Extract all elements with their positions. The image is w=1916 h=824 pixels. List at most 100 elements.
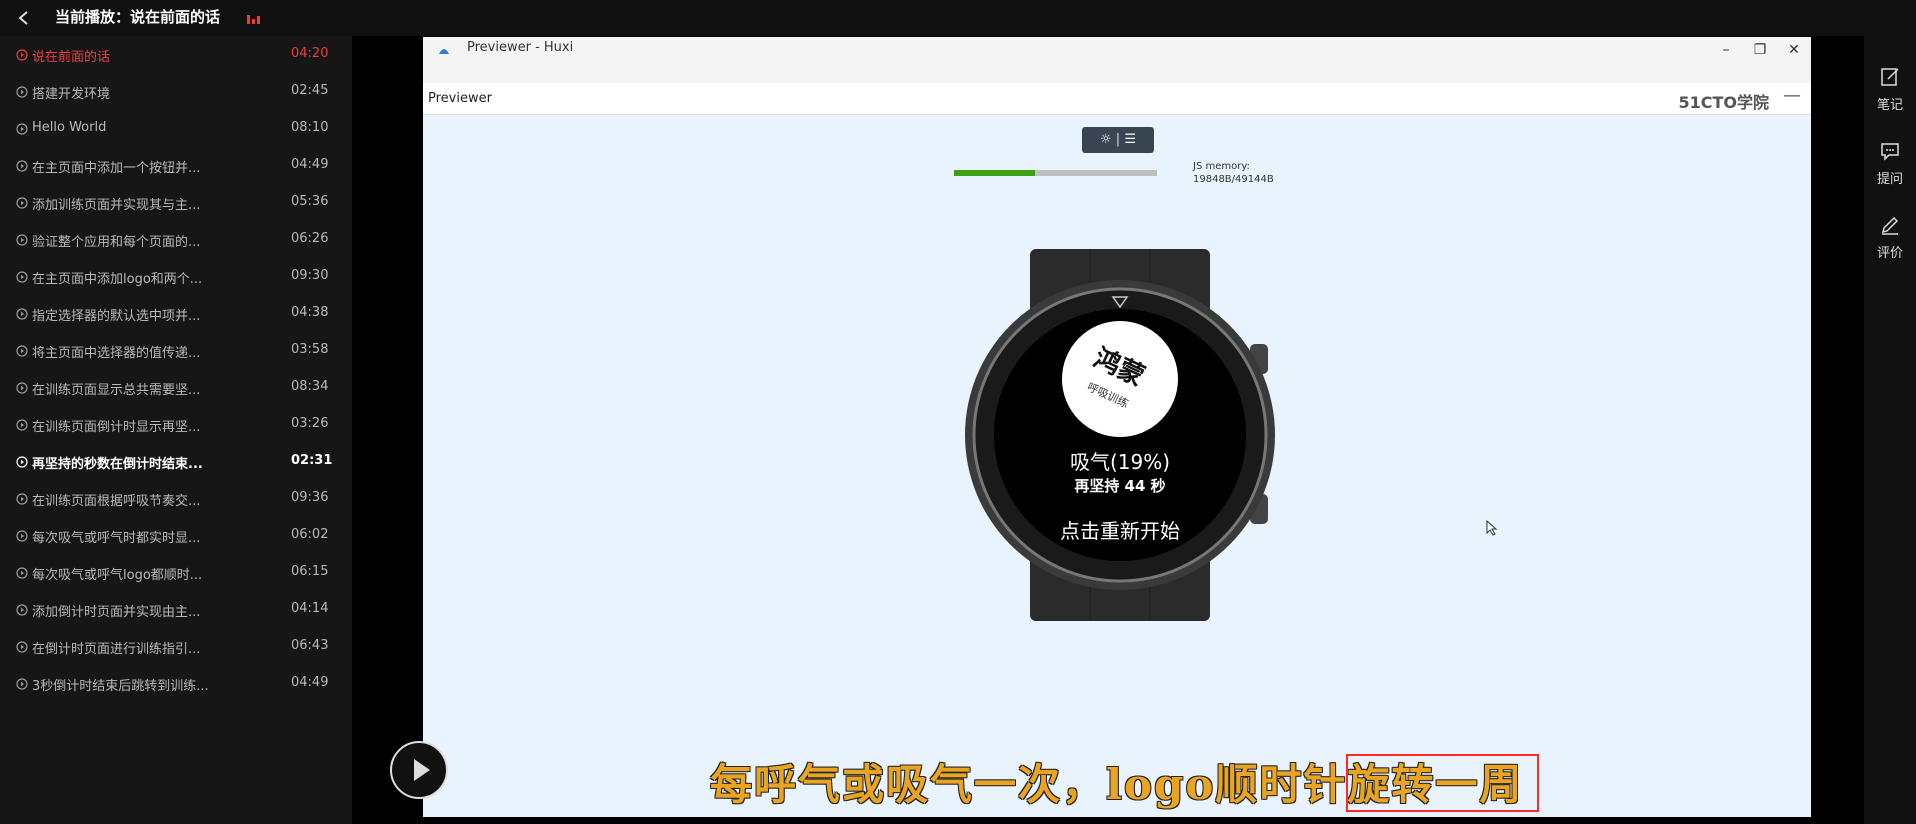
playlist-item-duration: 05:36 (291, 194, 329, 209)
playlist-item-duration: 06:15 (291, 564, 329, 579)
playlist-item[interactable]: 在训练页面根据呼吸节奏交... 09:36 (0, 480, 352, 517)
memory-label: JS memory: (1193, 161, 1250, 172)
watch-remaining-seconds: 再坚持 44 秒 (1074, 477, 1166, 495)
playlist-item[interactable]: 在训练页面倒计时显示再坚... 03:26 (0, 406, 352, 443)
note-button[interactable]: 笔记 (1864, 62, 1916, 122)
play-circle-icon (16, 641, 28, 653)
play-circle-icon (16, 530, 28, 542)
playlist-item-duration: 04:49 (291, 157, 329, 172)
play-button[interactable] (390, 741, 448, 799)
equalizer-icon (247, 15, 260, 24)
playlist-item-duration: 09:30 (291, 268, 329, 283)
playlist-item-title: 3秒倒计时结束后跳转到训练... (32, 679, 209, 694)
playlist-item-duration: 06:26 (291, 231, 329, 246)
close-button[interactable]: ✕ (1783, 41, 1805, 59)
play-circle-icon (16, 345, 28, 357)
playlist-item[interactable]: 再坚持的秒数在倒计时结束... 02:31 (0, 443, 352, 480)
play-circle-icon (16, 49, 28, 61)
window-titlebar: Previewer - Huxi – ❐ ✕ (423, 37, 1811, 83)
playlist-item-duration: 02:31 (291, 453, 333, 468)
playlist-item-title: 在训练页面显示总共需要坚... (32, 383, 201, 398)
playlist-item[interactable]: Hello World 08:10 (0, 110, 352, 147)
note-icon (1881, 68, 1899, 86)
subtitle-highlight-box (1346, 754, 1539, 812)
play-circle-icon (16, 197, 28, 209)
playlist-item[interactable]: 在训练页面显示总共需要坚... 08:34 (0, 369, 352, 406)
playlist-item-duration: 04:20 (291, 46, 329, 61)
play-circle-icon (16, 567, 28, 579)
previewer-label: Previewer (428, 91, 492, 106)
divider: | (1115, 132, 1121, 147)
restore-button[interactable]: ❐ (1749, 41, 1771, 59)
playlist-item[interactable]: 每次吸气或呼气时都实时显... 06:02 (0, 517, 352, 554)
menu-icon[interactable]: ☰ (1124, 132, 1136, 147)
playlist-item-duration: 03:26 (291, 416, 329, 431)
playlist-item[interactable]: 将主页面中选择器的值传递... 03:58 (0, 332, 352, 369)
playlist-item-duration: 06:02 (291, 527, 329, 542)
playlist-item[interactable]: 添加训练页面并实现其与主... 05:36 (0, 184, 352, 221)
playlist-item[interactable]: 验证整个应用和每个页面的... 06:26 (0, 221, 352, 258)
watch-restart-button[interactable]: 点击重新开始 (1030, 515, 1210, 544)
playlist-item-duration: 08:10 (291, 120, 329, 135)
review-button[interactable]: 评价 (1864, 210, 1916, 270)
play-circle-icon (16, 123, 28, 135)
preview-toolbar-pill[interactable]: ☼ | ☰ (1082, 127, 1154, 153)
playlist-item[interactable]: 在倒计时页面进行训练指引... 06:43 (0, 628, 352, 665)
playlist-item-title: 验证整个应用和每个页面的... (32, 235, 201, 250)
playlist-item-duration: 02:45 (291, 83, 329, 98)
playlist-item-title: 在训练页面根据呼吸节奏交... (32, 494, 201, 509)
playlist-item-duration: 06:43 (291, 638, 329, 653)
playlist-item-title: 将主页面中选择器的值传递... (32, 346, 201, 361)
playlist-item-title: 每次吸气或呼气时都实时显... (32, 531, 201, 546)
play-icon (414, 759, 430, 781)
now-playing-title: 当前播放：说在前面的话 (55, 8, 221, 26)
playlist-item[interactable]: 搭建开发环境 02:45 (0, 73, 352, 110)
chevron-left-icon (18, 11, 28, 25)
play-circle-icon (16, 678, 28, 690)
previewer-toolbar: Previewer 51CTO学院 — (423, 83, 1811, 115)
minimize-button[interactable]: – (1715, 41, 1737, 59)
playlist-item-title: 在主页面中添加logo和两个... (32, 272, 203, 287)
play-circle-icon (16, 308, 28, 320)
playlist-item-duration: 09:36 (291, 490, 329, 505)
playlist-item[interactable]: 3秒倒计时结束后跳转到训练... 04:49 (0, 665, 352, 702)
playlist-item-title: 再坚持的秒数在倒计时结束... (32, 457, 203, 472)
memory-progress-bar (954, 170, 1157, 176)
mouse-cursor-icon (1486, 520, 1498, 536)
back-button[interactable] (8, 4, 38, 32)
right-action-rail: 笔记 提问 评价 (1864, 36, 1916, 824)
playlist-item[interactable]: 说在前面的话 04:20 (0, 36, 352, 73)
playlist-item[interactable]: 指定选择器的默认选中项并... 04:38 (0, 295, 352, 332)
smartwatch-preview[interactable] (960, 249, 1280, 621)
playlist-item-title: 每次吸气或呼气logo都顺时... (32, 568, 203, 583)
play-circle-icon (16, 271, 28, 283)
playlist-item-title: 在倒计时页面进行训练指引... (32, 642, 201, 657)
playlist-item[interactable]: 在主页面中添加logo和两个... 09:30 (0, 258, 352, 295)
playlist-item-title: 在训练页面倒计时显示再坚... (32, 420, 201, 435)
playlist: 说在前面的话 04:20 搭建开发环境 02:45 Hello World 08:10 在主… (0, 36, 352, 824)
playlist-item-title: 在主页面中添加一个按钮并... (32, 161, 201, 176)
play-circle-icon (16, 234, 28, 246)
panel-minimize-button[interactable]: — (1783, 85, 1801, 106)
playlist-item-title: 添加倒计时页面并实现由主... (32, 605, 201, 620)
playlist-item[interactable]: 在主页面中添加一个按钮并... 04:49 (0, 147, 352, 184)
window-title: Previewer - Huxi (467, 40, 574, 55)
play-circle-icon (16, 86, 28, 98)
question-button[interactable]: 提问 (1864, 136, 1916, 196)
play-circle-icon (16, 419, 28, 431)
play-circle-icon (16, 382, 28, 394)
question-label: 提问 (1876, 172, 1903, 187)
memory-progress-fill (954, 170, 1036, 176)
previewer-window: Previewer - Huxi – ❐ ✕ Previewer 51CTO学院… (423, 37, 1811, 817)
playlist-item-duration: 04:38 (291, 305, 329, 320)
sun-icon[interactable]: ☼ (1100, 132, 1112, 147)
top-bar: 当前播放：说在前面的话 (0, 0, 1916, 36)
playlist-item[interactable]: 添加倒计时页面并实现由主... 04:14 (0, 591, 352, 628)
playlist-item-title: 添加训练页面并实现其与主... (32, 198, 201, 213)
playlist-item-duration: 03:58 (291, 342, 329, 357)
app-logo-icon (439, 49, 449, 54)
playlist-item[interactable]: 每次吸气或呼气logo都顺时... 06:15 (0, 554, 352, 591)
playlist-item-title: Hello World (32, 120, 107, 135)
playlist-item-duration: 04:14 (291, 601, 329, 616)
playlist-item-title: 搭建开发环境 (32, 87, 111, 102)
